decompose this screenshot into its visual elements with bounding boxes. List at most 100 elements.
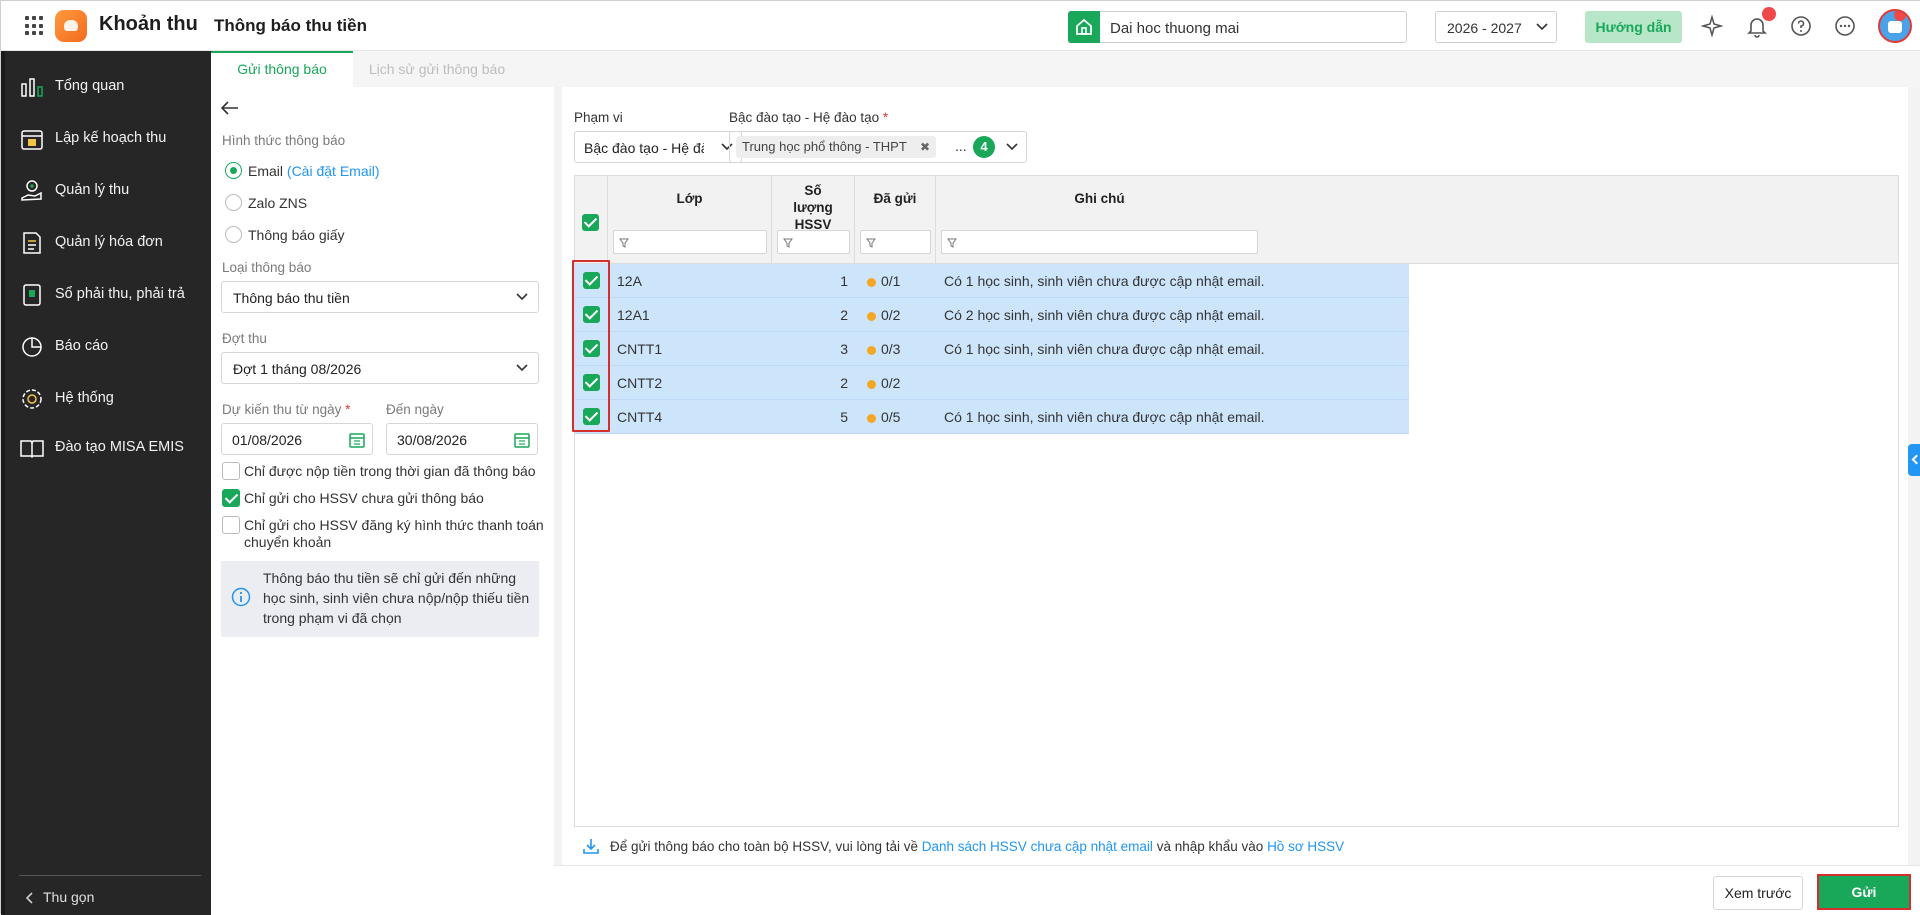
header-qty: Số lượng HSSV (772, 176, 855, 264)
radio-email[interactable] (225, 162, 242, 179)
right-area: Phạm vi Bậc đào tạo - Hệ đào tạo * Bậc đ… (554, 87, 1920, 915)
qty-filter[interactable] (777, 230, 850, 254)
note-filter[interactable] (941, 230, 1258, 254)
info-icon (231, 587, 251, 607)
zalo-label: Zalo ZNS (248, 195, 308, 211)
column-qty-label: Số lượng HSSV (793, 183, 833, 232)
cell-class: 12A1 (617, 307, 650, 323)
info-text: Thông báo thu tiền sẽ chỉ gửi đến những … (263, 570, 530, 626)
notification-type-value: Thông báo thu tiền (233, 290, 350, 306)
sidebar-item-label: Báo cáo (55, 338, 109, 354)
only-pay-in-period-checkbox[interactable] (222, 462, 240, 480)
status-dot-icon (867, 312, 876, 321)
paper-label: Thông báo giấy (248, 227, 345, 243)
sent-value: 0/5 (881, 409, 901, 425)
chevron-left-icon (25, 892, 33, 904)
header-sent: Đã gửi (855, 176, 936, 264)
sidebar-item-collection[interactable]: Quản lý thu (15, 170, 205, 210)
school-selector[interactable]: Dai hoc thuong mai (1068, 11, 1407, 43)
table-row[interactable]: CNTT1 3 0/3 Có 1 học sinh, sinh viên chưa đ… (575, 332, 1409, 366)
calendar-icon[interactable] (513, 431, 531, 449)
sidebar-item-report[interactable]: Báo cáo (15, 326, 205, 366)
app-logo (55, 10, 87, 42)
chevron-down-icon (516, 293, 528, 301)
only-transfer-label: Chỉ gửi cho HSSV đăng ký hình thức thanh… (244, 517, 544, 550)
select-all-checkbox[interactable] (582, 214, 599, 231)
send-button[interactable]: Gửi (1817, 874, 1911, 910)
period-label: Đợt thu (222, 331, 267, 346)
from-date-input[interactable]: 01/08/2026 (221, 423, 373, 455)
help-icon[interactable] (1789, 14, 1813, 38)
side-panel-toggle[interactable] (1908, 444, 1920, 476)
sidebar-item-overview[interactable]: Tổng quan (15, 66, 205, 106)
sidebar-item-plan[interactable]: Lập kế hoạch thu (15, 118, 205, 158)
back-arrow-icon[interactable] (221, 101, 239, 115)
email-settings-link[interactable]: (Cài đặt Email) (287, 163, 380, 179)
column-sent-label: Đã gửi (873, 191, 917, 206)
chip-remove-icon[interactable]: ✖ (920, 136, 930, 158)
sent-filter[interactable] (860, 230, 931, 254)
info-box: Thông báo thu tiền sẽ chỉ gửi đến những … (221, 561, 539, 637)
status-dot-icon (867, 380, 876, 389)
to-date-value: 30/08/2026 (397, 432, 468, 448)
selected-count-badge: 4 (973, 136, 995, 158)
invoice-icon (23, 232, 41, 254)
only-transfer-checkbox[interactable] (222, 516, 240, 534)
table-row[interactable]: CNTT4 5 0/5 Có 1 học sinh, sinh viên chưa đ… (575, 400, 1409, 434)
sidebar-item-label: Quản lý hóa đơn (55, 234, 163, 250)
sent-value: 0/1 (881, 273, 901, 289)
cell-sent: 0/1 (867, 264, 900, 298)
sidebar-item-label: Lập kế hoạch thu (55, 130, 167, 146)
notification-type-select[interactable]: Thông báo thu tiền (221, 281, 539, 313)
period-select[interactable]: Đợt 1 tháng 08/2026 (221, 352, 539, 384)
sidebar-item-invoice[interactable]: Quản lý hóa đơn (15, 222, 205, 262)
cell-qty: 1 (840, 273, 848, 289)
student-profile-link[interactable]: Hồ sơ HSSV (1267, 839, 1344, 854)
missing-email-list-link[interactable]: Danh sách HSSV chưa cập nhật email (922, 839, 1153, 854)
sidebar-item-ledger[interactable]: Sổ phải thu, phải trả (15, 274, 205, 314)
cell-class: CNTT2 (617, 375, 663, 391)
sidebar-item-system[interactable]: Hệ thống (15, 378, 205, 418)
table-row[interactable]: 12A 1 0/1 Có 1 học sinh, sinh viên chưa đượ… (575, 264, 1409, 298)
book-icon (20, 440, 44, 459)
filter-icon (619, 238, 629, 248)
level-multiselect[interactable]: Trung học phổ thông - THPT ✖ ... 4 (729, 131, 1027, 163)
radio-zalo[interactable] (225, 194, 242, 211)
year-selector[interactable]: 2026 - 2027 (1435, 11, 1557, 43)
avatar-badge (1894, 11, 1906, 21)
notification-badge (1762, 7, 1776, 21)
cell-qty: 3 (840, 341, 848, 357)
tab-history[interactable]: Lịch sử gửi thông báo (353, 51, 521, 87)
scope-select[interactable]: Bậc đào tạo - Hệ đào tạo (574, 131, 742, 163)
filter-icon (783, 238, 793, 248)
guide-button[interactable]: Hướng dẫn (1585, 11, 1682, 43)
sidebar-item-label: Đào tạo MISA EMIS (55, 439, 184, 455)
class-filter[interactable] (613, 230, 767, 254)
sidebar-item-training[interactable]: Đào tạo MISA EMIS (15, 427, 205, 467)
type-label: Loại thông báo (222, 260, 312, 275)
to-date-input[interactable]: 30/08/2026 (386, 423, 538, 455)
table-row[interactable]: CNTT2 2 0/2 (575, 366, 1409, 400)
download-icon[interactable] (582, 837, 600, 855)
tab-send-notification[interactable]: Gửi thông báo (211, 51, 353, 87)
more-icon[interactable] (1833, 14, 1857, 38)
calendar-icon[interactable] (348, 431, 366, 449)
sparkle-icon[interactable] (1700, 14, 1724, 38)
cell-sent: 0/2 (867, 298, 900, 332)
plan-calendar-icon (21, 130, 43, 150)
header-select-cell (575, 176, 608, 264)
radio-paper[interactable] (225, 226, 242, 243)
email-option[interactable]: Email (Cài đặt Email) (248, 163, 380, 179)
status-dot-icon (867, 346, 876, 355)
ledger-icon (23, 284, 41, 306)
to-date-label: Đến ngày (386, 402, 444, 417)
period-value: Đợt 1 tháng 08/2026 (233, 361, 362, 377)
table-row[interactable]: 12A1 2 0/2 Có 2 học sinh, sinh viên chưa đư… (575, 298, 1409, 332)
collapse-button[interactable]: Thu gọn (25, 889, 94, 905)
apps-grid-icon[interactable] (25, 16, 45, 36)
from-date-value: 01/08/2026 (232, 432, 303, 448)
scope-label: Phạm vi (574, 110, 623, 125)
preview-button[interactable]: Xem trước (1713, 876, 1803, 910)
user-avatar[interactable] (1878, 9, 1912, 43)
only-unsent-checkbox[interactable] (222, 489, 240, 507)
